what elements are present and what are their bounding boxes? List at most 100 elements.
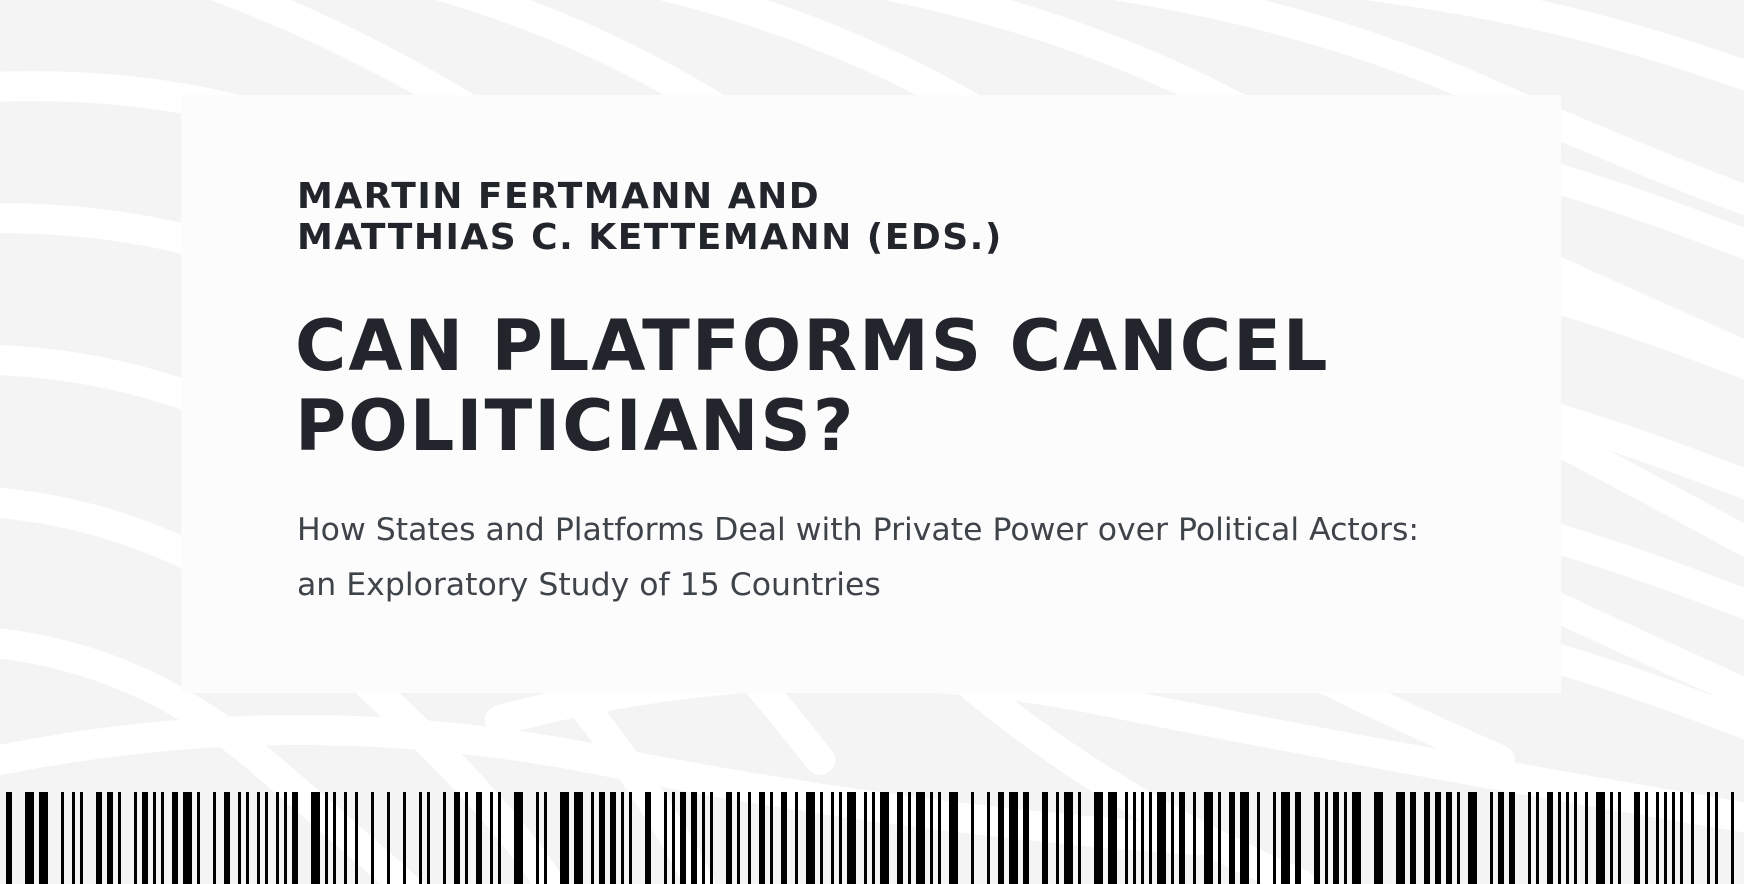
barcode-bar xyxy=(1731,792,1734,884)
barcode-bar xyxy=(197,792,200,884)
barcode-strip-icon xyxy=(6,792,1734,884)
barcode-bar xyxy=(1094,792,1103,884)
barcode-bar xyxy=(737,792,740,884)
barcode-bar xyxy=(1547,792,1553,884)
barcode-bar xyxy=(1149,792,1152,884)
barcode-bar xyxy=(672,792,675,884)
barcode-bar xyxy=(795,792,798,884)
barcode-bar xyxy=(1680,792,1683,884)
barcode-bar xyxy=(1078,792,1081,884)
barcode-bar xyxy=(1664,792,1667,884)
barcode-bar xyxy=(153,792,156,884)
barcode-bar xyxy=(1218,792,1221,884)
barcode-bar xyxy=(781,792,787,884)
barcode-bar xyxy=(142,792,148,884)
barcode-bar xyxy=(1634,792,1640,884)
barcode-bar xyxy=(831,792,834,884)
barcode-bar xyxy=(1193,792,1196,884)
barcode-bar xyxy=(1344,792,1347,884)
barcode-bar xyxy=(1374,792,1383,884)
barcode-bar xyxy=(536,792,539,884)
barcode-bar xyxy=(806,792,815,884)
barcode-bar xyxy=(1645,792,1648,884)
barcode-bar xyxy=(284,792,287,884)
barcode-bar xyxy=(916,792,925,884)
book-title: CAN PLATFORMS CANCEL POLITICIANS? xyxy=(295,306,1330,466)
barcode-bar xyxy=(1498,792,1504,884)
barcode-bar xyxy=(1528,792,1531,884)
barcode-bar xyxy=(1566,792,1569,884)
title-line: CAN PLATFORMS CANCEL xyxy=(295,305,1330,387)
barcode-bar xyxy=(80,792,83,884)
barcode-bar xyxy=(1133,792,1136,884)
barcode-bar xyxy=(96,792,102,884)
barcode-bar xyxy=(1596,792,1605,884)
barcode-bar xyxy=(61,792,64,884)
barcode-bar xyxy=(949,792,958,884)
barcode-bar xyxy=(371,792,374,884)
barcode-bar xyxy=(107,792,113,884)
barcode-bar xyxy=(1171,792,1174,884)
barcode-bar xyxy=(1410,792,1416,884)
barcode-bar xyxy=(1257,792,1260,884)
barcode-bar xyxy=(1610,792,1613,884)
barcode-bar xyxy=(1396,792,1405,884)
barcode-bar xyxy=(908,792,911,884)
barcode-bar xyxy=(621,792,624,884)
barcode-bar xyxy=(514,792,523,884)
subtitle-line: How States and Platforms Deal with Priva… xyxy=(297,512,1420,548)
barcode-bar xyxy=(864,792,867,884)
barcode-bar xyxy=(161,792,164,884)
barcode-bar xyxy=(971,792,974,884)
authors-line: MATTHIAS C. KETTEMANN (EDS.) xyxy=(297,217,1003,258)
barcode-bar xyxy=(1273,792,1276,884)
barcode-bar xyxy=(1204,792,1213,884)
barcode-bar xyxy=(1056,792,1059,884)
barcode-bar xyxy=(427,792,430,884)
barcode-bar xyxy=(419,792,422,884)
barcode-bar xyxy=(454,792,460,884)
barcode-bar xyxy=(292,792,298,884)
barcode-bar xyxy=(1042,792,1048,884)
barcode-bar xyxy=(1435,792,1441,884)
barcode-bar xyxy=(276,792,279,884)
barcode-bar xyxy=(1707,792,1710,884)
barcode-bar xyxy=(691,792,697,884)
barcode-bar xyxy=(1691,792,1694,884)
barcode-bar xyxy=(938,792,941,884)
barcode-bar xyxy=(355,792,358,884)
barcode-bar xyxy=(726,792,732,884)
barcode-bar xyxy=(820,792,823,884)
barcode-bar xyxy=(1333,792,1339,884)
barcode-bar xyxy=(1574,792,1577,884)
barcode-bar xyxy=(748,792,751,884)
barcode-bar xyxy=(680,792,686,884)
barcode-bar xyxy=(880,792,889,884)
barcode-bar xyxy=(465,792,468,884)
barcode-bar xyxy=(1457,792,1460,884)
barcode-bar xyxy=(39,792,48,884)
barcode-bar xyxy=(1314,792,1320,884)
barcode-bar xyxy=(172,792,178,884)
barcode-bar xyxy=(1325,792,1328,884)
barcode-bar xyxy=(987,792,990,884)
barcode-bar xyxy=(1009,792,1018,884)
barcode-bar xyxy=(183,792,192,884)
barcode-bar xyxy=(257,792,260,884)
barcode-bar xyxy=(847,792,856,884)
barcode-bar xyxy=(1656,792,1659,884)
barcode-bar xyxy=(664,792,667,884)
barcode-bar xyxy=(403,792,406,884)
barcode-bar xyxy=(325,792,328,884)
barcode-bar xyxy=(265,792,268,884)
barcode-bar xyxy=(1125,792,1128,884)
barcode-bar xyxy=(574,792,583,884)
barcode-bar xyxy=(1618,792,1621,884)
barcode-bar xyxy=(224,792,230,884)
barcode-bar xyxy=(1585,792,1588,884)
barcode-bar xyxy=(998,792,1004,884)
barcode-bar xyxy=(1509,792,1515,884)
barcode-bar xyxy=(1023,792,1029,884)
barcode-bar xyxy=(490,792,493,884)
barcode-bar xyxy=(476,792,482,884)
